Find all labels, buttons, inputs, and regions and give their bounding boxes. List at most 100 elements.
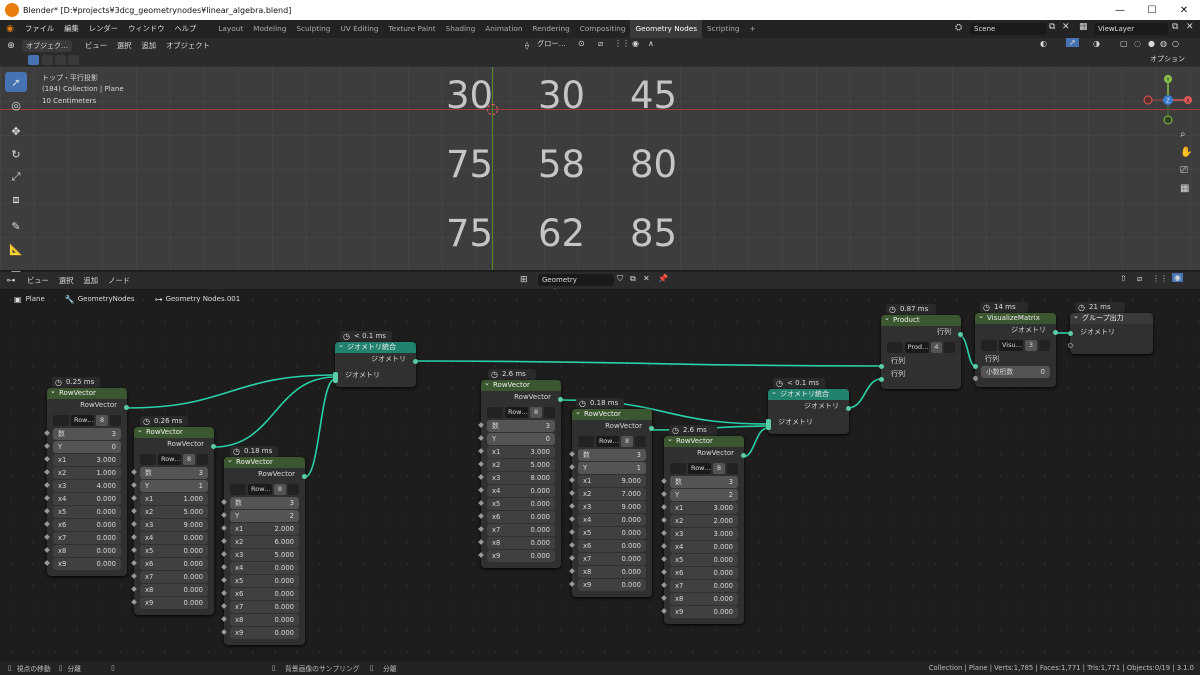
tab-scripting[interactable]: Scripting xyxy=(702,20,744,38)
output-socket[interactable] xyxy=(558,397,563,402)
group-name-field[interactable]: Visu… xyxy=(999,339,1023,351)
input-field-Y[interactable]: Y0 xyxy=(487,433,555,445)
output-socket[interactable] xyxy=(958,332,963,337)
viewport-menu-object[interactable]: オブジェクト xyxy=(161,41,215,51)
annotate-tool-icon[interactable]: ✎ xyxy=(5,216,27,236)
input-field-x4[interactable]: x4 0.000 xyxy=(487,485,555,497)
input-field-x2[interactable]: x2 2.000 xyxy=(670,515,738,527)
input-field-x7[interactable]: x7 0.000 xyxy=(230,601,299,613)
group-name-field[interactable]: Prod… xyxy=(904,341,929,353)
new-scene-icon[interactable]: ⧉ xyxy=(1049,22,1055,32)
output-socket[interactable] xyxy=(211,444,216,449)
tab-compositing[interactable]: Compositing xyxy=(575,20,631,38)
fake-user-icon[interactable] xyxy=(197,453,208,465)
input-field-x5[interactable]: x5 0.000 xyxy=(578,527,646,539)
xray-icon[interactable]: ▢ xyxy=(1120,39,1128,48)
fake-user-icon[interactable] xyxy=(110,414,121,426)
input-field-x5[interactable]: x5 0.000 xyxy=(53,506,121,518)
transform-tool-icon[interactable]: ⧈ xyxy=(5,190,27,210)
editor-type-icon[interactable]: ⊕ xyxy=(0,41,22,51)
snap-node-icon[interactable]: ⧄ xyxy=(1137,274,1142,284)
grid-view-icon[interactable]: ▦ xyxy=(1180,183,1189,194)
input-field-x2[interactable]: x2 1.000 xyxy=(53,467,121,479)
rotate-tool-icon[interactable]: ↻ xyxy=(5,144,27,164)
fake-user-icon[interactable] xyxy=(1039,339,1050,351)
snap-element-icon[interactable]: ⋮⋮ xyxy=(1152,274,1168,283)
node-menu-view[interactable]: ビュー xyxy=(22,276,54,286)
input-field-x8[interactable]: x8 0.000 xyxy=(487,537,555,549)
input-field-Y[interactable]: Y2 xyxy=(670,489,738,501)
rowvector-node-5[interactable]: RowVector RowVector Row…8 数3Y1x19.000x27… xyxy=(569,407,654,597)
group-browse-icon[interactable] xyxy=(140,453,156,465)
input-field-x4[interactable]: x4 0.000 xyxy=(53,493,121,505)
input-field-x9[interactable]: x9 0.000 xyxy=(140,597,208,609)
input-field-x5[interactable]: x5 0.000 xyxy=(140,545,208,557)
group-browse-icon[interactable] xyxy=(887,341,903,353)
move-tool-icon[interactable]: ✥ xyxy=(5,121,27,141)
input-field-x1[interactable]: x1 2.000 xyxy=(230,523,299,535)
tab-geometry-nodes[interactable]: Geometry Nodes xyxy=(630,20,703,38)
tab-sculpting[interactable]: Sculpting xyxy=(291,20,335,38)
visualize-matrix-node[interactable]: VisualizeMatrix ジオメトリ Visu…3 行列 小数桁数 0 xyxy=(973,311,1058,387)
input-field-x6[interactable]: x6 0.000 xyxy=(230,588,299,600)
zoom-icon[interactable]: ⌕ xyxy=(1180,129,1186,140)
delete-viewlayer-icon[interactable]: ✕ xyxy=(1186,22,1194,32)
camera-icon[interactable]: ⎚ xyxy=(1180,165,1188,176)
menu-render[interactable]: レンダー xyxy=(84,24,123,34)
pivot-icon[interactable]: ⊙ xyxy=(578,39,585,48)
input-socket[interactable] xyxy=(879,364,884,369)
input-field-x8[interactable]: x8 0.000 xyxy=(578,566,646,578)
node-menu-select[interactable]: 選択 xyxy=(54,276,79,286)
input-field-Y[interactable]: Y1 xyxy=(140,480,208,492)
new-viewlayer-icon[interactable]: ⧉ xyxy=(1172,22,1178,32)
input-field-Y[interactable]: Y0 xyxy=(53,441,121,453)
input-field-数[interactable]: 数3 xyxy=(670,476,738,488)
input-socket[interactable] xyxy=(1068,331,1073,336)
input-field-x7[interactable]: x7 0.000 xyxy=(578,553,646,565)
input-field-x3[interactable]: x3 9.000 xyxy=(578,501,646,513)
output-socket[interactable] xyxy=(302,474,307,479)
input-field-x2[interactable]: x2 6.000 xyxy=(230,536,299,548)
input-field-x4[interactable]: x4 0.000 xyxy=(140,532,208,544)
input-field-x3[interactable]: x3 8.000 xyxy=(487,472,555,484)
menu-file[interactable]: ファイル xyxy=(20,24,59,34)
input-socket[interactable] xyxy=(973,376,978,381)
group-browse-icon[interactable] xyxy=(230,483,246,495)
navigation-gizmo[interactable]: Y X Z xyxy=(1140,75,1196,131)
menu-edit[interactable]: 編集 xyxy=(59,24,84,34)
output-socket[interactable] xyxy=(1053,330,1058,335)
group-name-field[interactable]: Row… xyxy=(157,453,182,465)
input-field-x4[interactable]: x4 0.000 xyxy=(670,541,738,553)
tab-modeling[interactable]: Modeling xyxy=(248,20,291,38)
overlay-icon[interactable]: ◑ xyxy=(1093,39,1100,48)
output-socket[interactable] xyxy=(413,359,418,364)
delete-scene-icon[interactable]: ✕ xyxy=(1062,22,1070,32)
group-browse-icon[interactable] xyxy=(981,339,997,351)
rowvector-node-1[interactable]: RowVector RowVector Row…8 数3Y0x13.000x21… xyxy=(44,386,129,576)
3d-cursor-icon[interactable] xyxy=(487,104,498,115)
group-browse-icon[interactable] xyxy=(670,462,686,474)
group-output-node[interactable]: グループ出力 ジオメトリ xyxy=(1068,311,1153,354)
input-field-x9[interactable]: x9 0.000 xyxy=(578,579,646,591)
input-field-x2[interactable]: x2 7.000 xyxy=(578,488,646,500)
node-menu-node[interactable]: ノード xyxy=(103,276,135,286)
input-field-x5[interactable]: x5 0.000 xyxy=(670,554,738,566)
group-browse-icon[interactable] xyxy=(487,406,503,418)
input-field-Y[interactable]: Y1 xyxy=(578,462,646,474)
group-name-field[interactable]: Row… xyxy=(70,414,95,426)
input-field-x8[interactable]: x8 0.000 xyxy=(670,593,738,605)
input-field-x1[interactable]: x1 1.000 xyxy=(140,493,208,505)
shading-rendered-icon[interactable]: ○ xyxy=(1172,39,1179,48)
input-field-x7[interactable]: x7 0.000 xyxy=(487,524,555,536)
input-field-x1[interactable]: x1 3.000 xyxy=(53,454,121,466)
add-workspace-button[interactable]: + xyxy=(745,20,761,38)
input-field-x7[interactable]: x7 0.000 xyxy=(53,532,121,544)
group-name-field[interactable]: Row… xyxy=(248,483,272,495)
shading-wire-icon[interactable]: ◌ xyxy=(1134,39,1141,48)
group-name-field[interactable]: Row… xyxy=(687,462,712,474)
options-menu[interactable]: オプション xyxy=(1150,54,1185,64)
tab-animation[interactable]: Animation xyxy=(480,20,527,38)
output-socket[interactable] xyxy=(124,405,129,410)
rowvector-node-2[interactable]: RowVector RowVector Row…8 数3Y1x11.000x25… xyxy=(131,425,216,615)
breadcrumb-object[interactable]: Plane xyxy=(26,295,45,303)
